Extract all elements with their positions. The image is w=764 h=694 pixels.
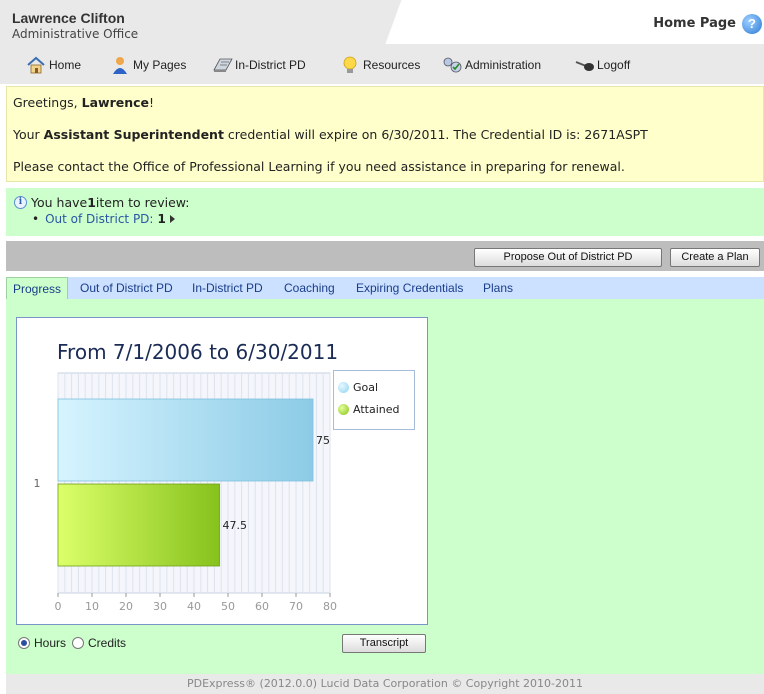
nav-administration[interactable]: Administration bbox=[442, 54, 541, 76]
legend-attained-swatch bbox=[338, 404, 349, 415]
x-tick-label: 10 bbox=[85, 600, 99, 613]
propose-out-of-district-pd-button[interactable]: Propose Out of District PD bbox=[474, 248, 662, 267]
bullet-icon: • bbox=[32, 212, 40, 226]
review-item[interactable]: • Out of District PD: 1 bbox=[32, 212, 175, 226]
bar-value-label: 47.5 bbox=[223, 519, 248, 532]
unit-selector: Hours Credits bbox=[18, 636, 126, 650]
nav-label: Resources bbox=[363, 58, 421, 72]
nav-label: My Pages bbox=[133, 58, 187, 72]
review-count: 1 bbox=[87, 195, 96, 210]
page-title: Home Page bbox=[653, 16, 736, 31]
bar-goal bbox=[57, 398, 314, 482]
tab-in-district-pd[interactable]: In-District PD bbox=[192, 277, 263, 299]
nav-logoff[interactable]: Logoff bbox=[574, 54, 630, 76]
header: Lawrence Clifton Administrative Office H… bbox=[0, 0, 764, 84]
legend-attained-label: Attained bbox=[353, 403, 400, 416]
y-tick-label: 1 bbox=[34, 477, 41, 490]
lightbulb-icon bbox=[340, 56, 360, 74]
greeting-panel: Greetings, Lawrence! Your Assistant Supe… bbox=[6, 86, 764, 182]
x-tick-label: 50 bbox=[221, 600, 235, 613]
bar-value-label: 75 bbox=[316, 434, 330, 447]
footer: PDExpress® (2012.0.0) Lucid Data Corpora… bbox=[6, 674, 764, 694]
review-item-count: 1 bbox=[157, 212, 166, 226]
tab-coaching[interactable]: Coaching bbox=[284, 277, 335, 299]
user-name: Lawrence Clifton bbox=[12, 10, 125, 26]
tab-bar: Progress Out of District PD In-District … bbox=[6, 277, 764, 299]
help-icon[interactable]: ? bbox=[742, 14, 762, 34]
hours-label: Hours bbox=[34, 636, 67, 650]
user-tab: Lawrence Clifton Administrative Office bbox=[0, 0, 380, 44]
hours-radio[interactable] bbox=[18, 637, 30, 649]
tab-expiring-credentials[interactable]: Expiring Credentials bbox=[356, 277, 463, 299]
x-tick-label: 70 bbox=[289, 600, 303, 613]
user-icon bbox=[110, 56, 130, 74]
progress-content: From 7/1/2006 to 6/30/2011 0 10 20 30 40 50 60… bbox=[6, 299, 764, 674]
info-icon: i bbox=[14, 196, 27, 209]
greeting-prefix: Greetings, bbox=[13, 95, 82, 110]
credential-prefix: Your bbox=[13, 127, 44, 142]
x-tick-label: 30 bbox=[153, 600, 167, 613]
chart-panel: From 7/1/2006 to 6/30/2011 0 10 20 30 40 50 60… bbox=[16, 317, 428, 625]
legend-goal-label: Goal bbox=[353, 381, 379, 394]
bar-attained bbox=[57, 483, 220, 567]
tab-progress[interactable]: Progress bbox=[6, 277, 69, 299]
review-panel: i You have 1 item to review: • Out of Di… bbox=[6, 188, 764, 236]
transcript-button[interactable]: Transcript bbox=[342, 634, 426, 653]
greeting-suffix: ! bbox=[149, 95, 155, 110]
credential-suffix: credential will expire on 6/30/2011. The… bbox=[223, 127, 648, 142]
book-icon bbox=[212, 56, 233, 74]
nav-in-district-pd[interactable]: In-District PD bbox=[212, 54, 306, 76]
chart-legend: Goal Attained bbox=[333, 370, 415, 430]
progress-chart: 0 10 20 30 40 50 60 70 80 1 75 47.5 bbox=[34, 372, 337, 613]
header-right: Home Page ? bbox=[379, 0, 764, 44]
x-tick-label: 60 bbox=[255, 600, 269, 613]
credits-radio[interactable] bbox=[72, 637, 85, 649]
nav-label: Home bbox=[49, 58, 82, 72]
review-suffix: item to review: bbox=[95, 195, 190, 210]
review-item-label[interactable]: Out of District PD: bbox=[45, 212, 153, 226]
user-office: Administrative Office bbox=[12, 27, 139, 41]
credits-label: Credits bbox=[88, 636, 127, 650]
x-tick-label: 20 bbox=[119, 600, 133, 613]
x-tick-label: 0 bbox=[55, 600, 62, 613]
toolbar: Propose Out of District PD Create a Plan bbox=[6, 241, 764, 271]
create-plan-button[interactable]: Create a Plan bbox=[670, 248, 760, 267]
nav-resources[interactable]: Resources bbox=[340, 54, 420, 76]
tab-out-of-district-pd[interactable]: Out of District PD bbox=[80, 277, 173, 299]
key-icon bbox=[574, 56, 594, 74]
arrow-right-icon[interactable] bbox=[169, 215, 175, 223]
legend-goal-swatch bbox=[338, 382, 349, 393]
contact-line: Please contact the Office of Professiona… bbox=[13, 159, 625, 174]
x-tick-label: 80 bbox=[323, 600, 337, 613]
x-tick-label: 40 bbox=[187, 600, 201, 613]
legend-item-attained: Attained bbox=[338, 403, 399, 416]
nav-my-pages[interactable]: My Pages bbox=[110, 54, 186, 76]
navbar: Home My Pages In-District PD Resources A… bbox=[0, 44, 764, 84]
greeting-line: Greetings, Lawrence! bbox=[13, 95, 154, 110]
home-icon bbox=[26, 56, 46, 74]
nav-label: Logoff bbox=[597, 58, 631, 72]
legend-item-goal: Goal bbox=[338, 381, 378, 394]
tab-plans[interactable]: Plans bbox=[483, 277, 513, 299]
greeting-name: Lawrence bbox=[81, 95, 150, 110]
review-summary: i You have 1 item to review: bbox=[14, 195, 190, 210]
review-prefix: You have bbox=[31, 195, 88, 210]
nav-home[interactable]: Home bbox=[26, 54, 81, 76]
nav-label: Administration bbox=[465, 58, 542, 72]
credential-line: Your Assistant Superintendent credential… bbox=[13, 127, 648, 142]
admin-icon bbox=[442, 56, 462, 74]
credential-name: Assistant Superintendent bbox=[43, 127, 224, 142]
nav-label: In-District PD bbox=[235, 58, 306, 72]
